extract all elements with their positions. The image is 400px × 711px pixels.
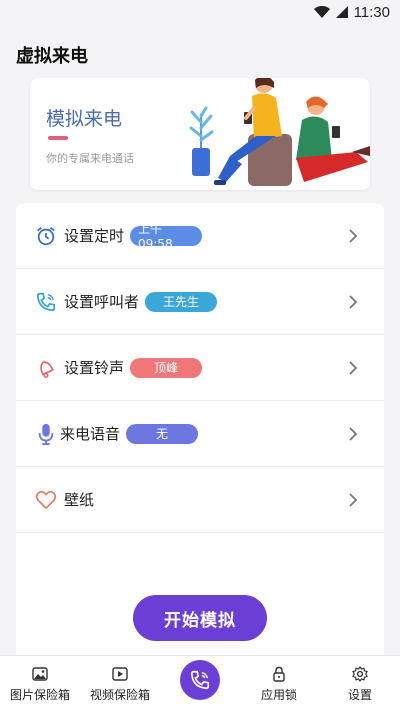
person-on-floor [296,96,370,182]
banner-title: 模拟来电 [46,108,123,130]
row-label: 壁纸 [64,491,95,509]
tab-label: 设置 [347,687,372,702]
ringtone-value-badge: 顶峰 [130,357,203,378]
row-call-voice[interactable]: 来电语音 无 [16,401,384,467]
row-set-ringtone[interactable]: 设置铃声 顶峰 [16,335,384,401]
status-bar: 11:30 [0,0,400,24]
video-icon [112,666,128,681]
row-set-timer[interactable]: 设置定时 上午09:58 [16,203,384,269]
caller-value-badge: 王先生 [145,291,218,312]
chevron-right-icon [349,427,358,441]
alarm-clock-icon [34,224,58,248]
tab-settings[interactable]: 设置 [330,656,390,711]
wifi-icon [313,6,330,18]
chevron-right-icon [349,361,358,375]
gear-icon [352,665,368,682]
tab-label: 应用锁 [260,687,297,702]
phone-call-icon [34,290,58,314]
row-set-caller[interactable]: 设置呼叫者 王先生 [16,269,384,335]
signal-icon [335,6,348,18]
image-icon [32,666,48,681]
lock-icon [273,666,285,682]
bell-icon [34,356,58,380]
phone-icon [190,670,210,690]
tab-label: 视频保险箱 [89,687,150,702]
start-simulation-button[interactable]: 开始模拟 [133,595,267,641]
row-label: 设置定时 [64,227,125,245]
settings-card: 设置定时 上午09:58 设置呼叫者 王先生 设置铃声 顶峰 来电语音 无 壁纸 [16,203,384,663]
banner[interactable]: 模拟来电 你的专属来电通话 [30,78,370,190]
row-label: 设置铃声 [64,359,125,377]
chevron-right-icon [349,493,358,507]
row-label: 来电语音 [60,425,121,443]
tab-app-lock[interactable]: 应用锁 [244,656,314,711]
banner-accent-bar [48,136,68,140]
row-wallpaper[interactable]: 壁纸 [16,467,384,533]
microphone-icon [34,422,58,446]
voice-value-badge: 无 [126,423,199,444]
banner-subtitle: 你的专属来电通话 [46,152,134,165]
plant-icon [189,106,214,176]
tab-label: 图片保险箱 [9,687,70,702]
timer-value-badge: 上午09:58 [130,222,203,251]
tab-fake-call[interactable] [180,660,220,700]
chevron-right-icon [349,229,358,243]
status-time: 11:30 [353,3,390,21]
tab-video-vault[interactable]: 视频保险箱 [86,656,154,711]
page-title: 虚拟来电 [16,46,88,67]
tab-image-vault[interactable]: 图片保险箱 [6,656,74,711]
chevron-right-icon [349,295,358,309]
heart-icon [34,488,58,512]
row-label: 设置呼叫者 [64,293,140,311]
banner-illustration [189,78,370,186]
